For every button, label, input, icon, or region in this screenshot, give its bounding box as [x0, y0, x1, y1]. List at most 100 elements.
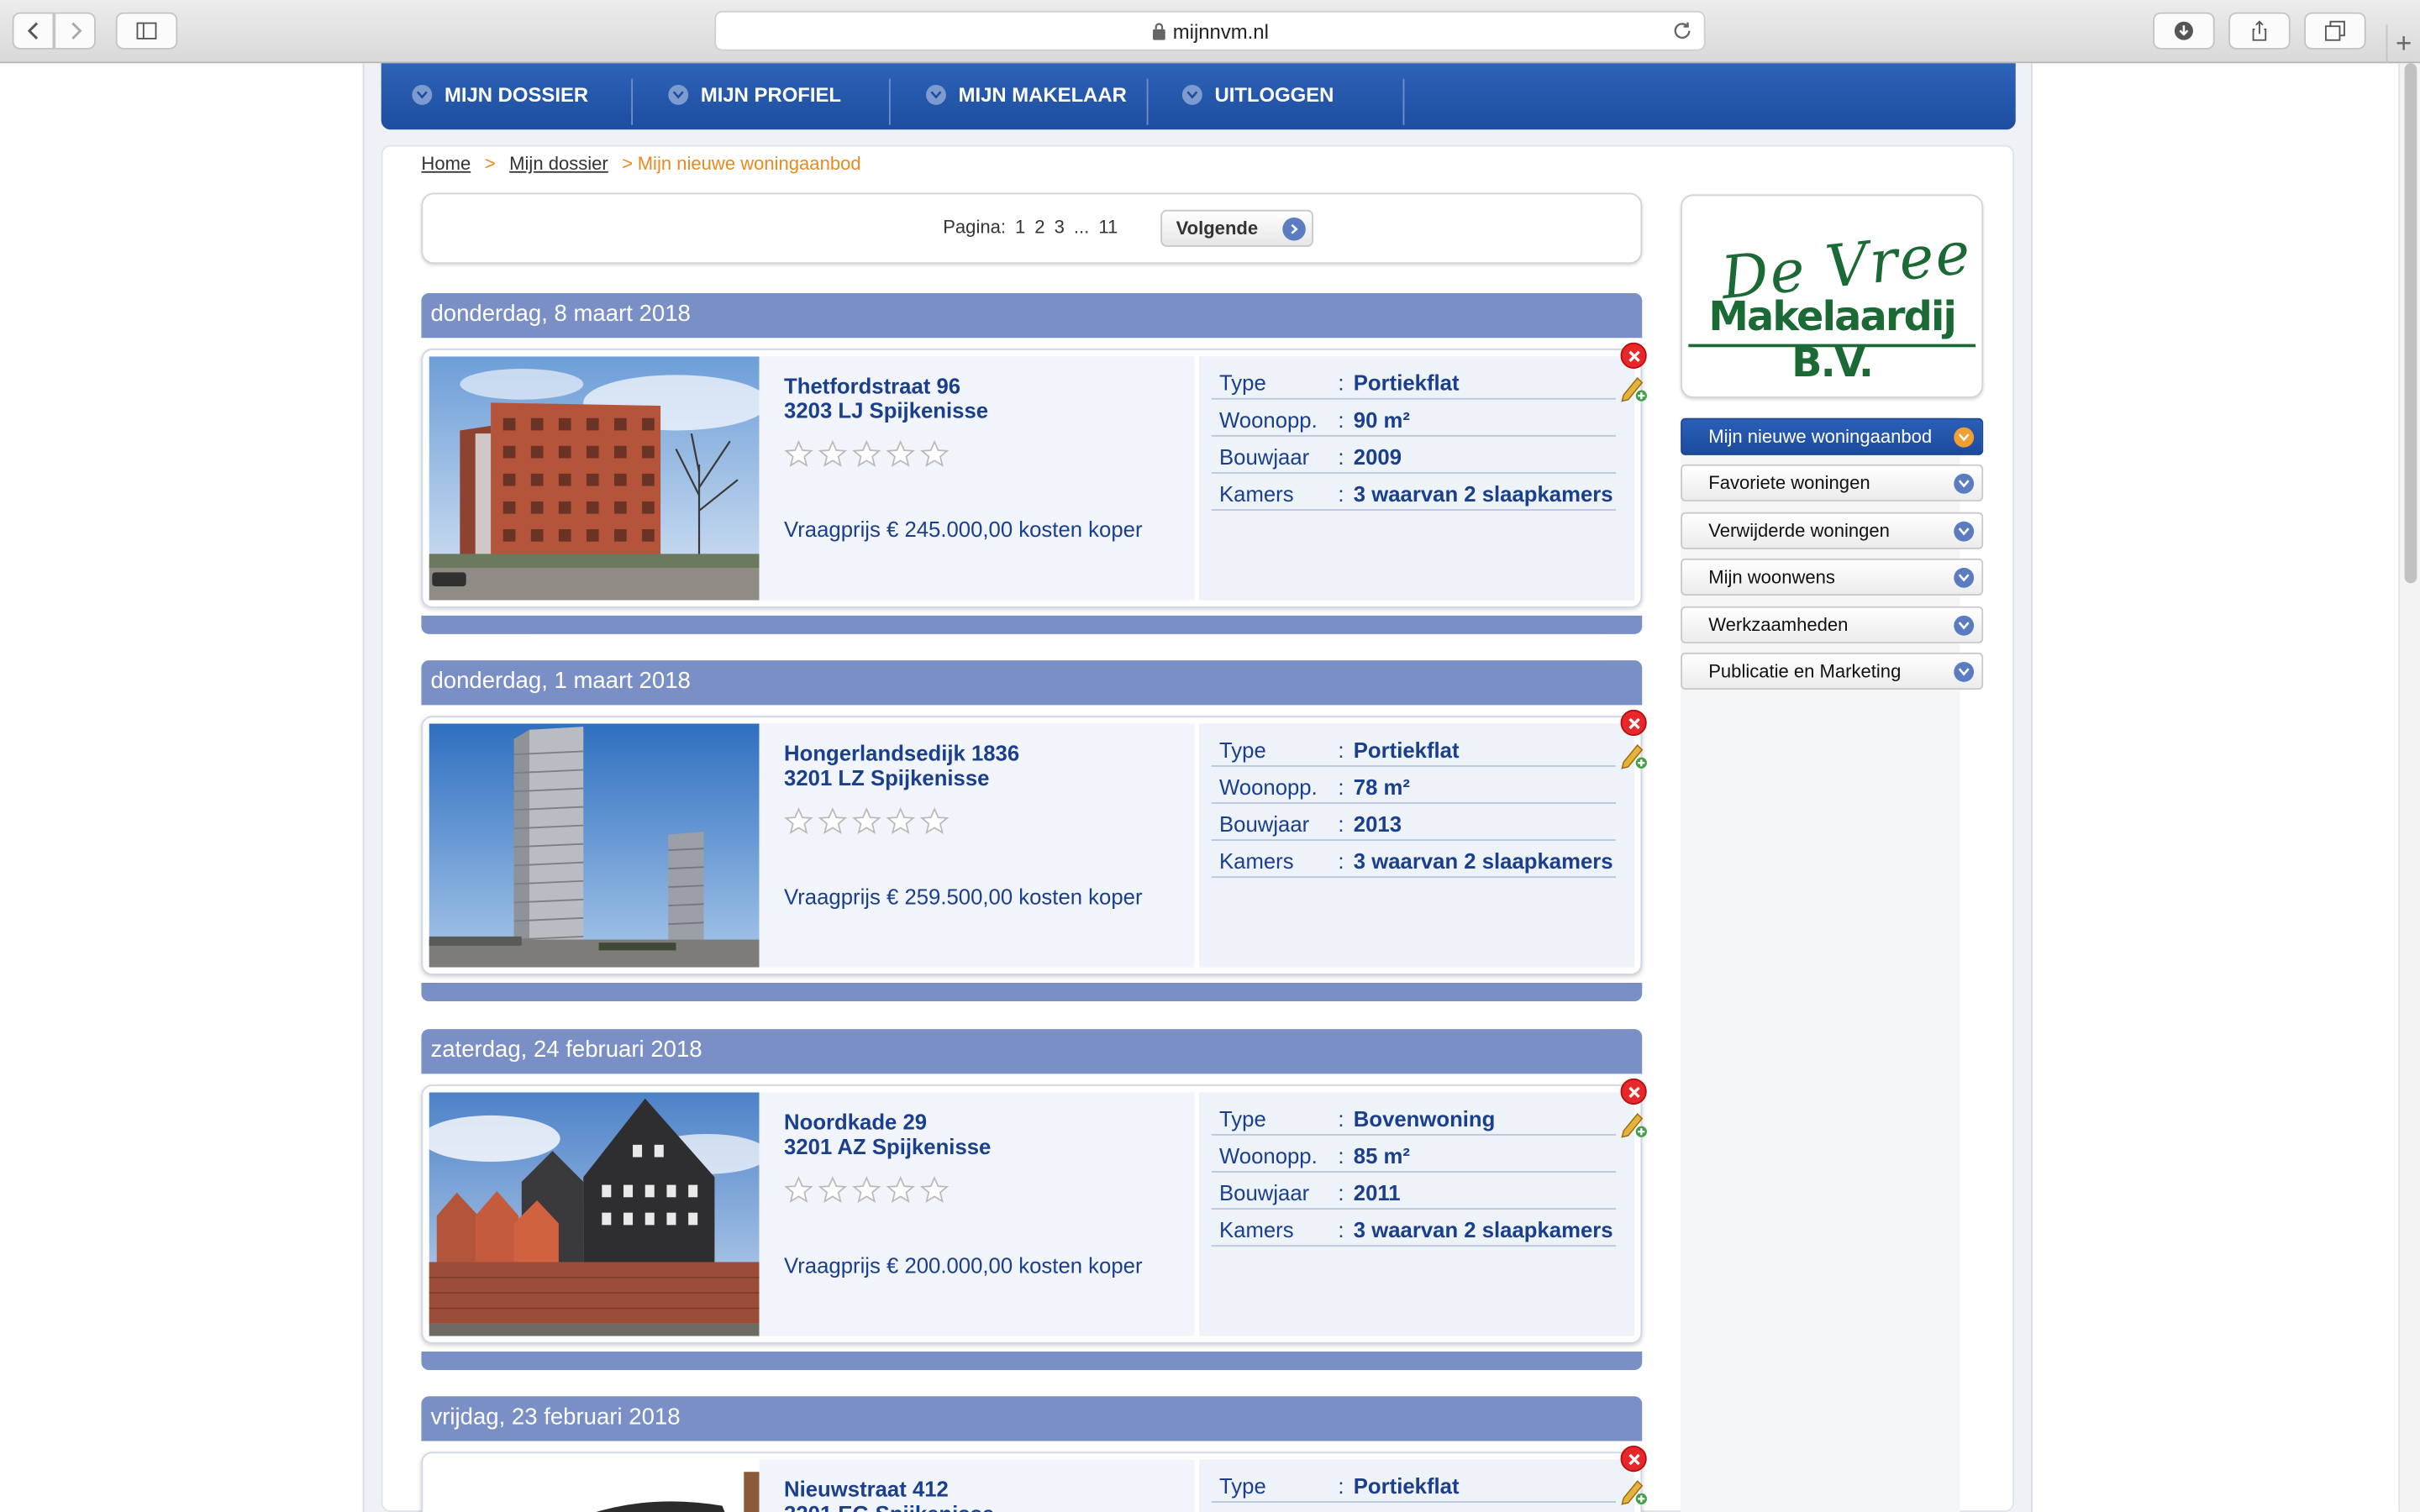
star-icon[interactable] — [886, 1176, 915, 1205]
listing-card[interactable]: Noordkade 29 3201 AZ Spijkenisse Vraagpr… — [421, 1084, 1643, 1344]
star-rating[interactable] — [784, 1176, 950, 1205]
star-icon[interactable] — [919, 1176, 950, 1205]
breadcrumb-current: Mijn nieuwe woningaanbod — [637, 152, 861, 175]
spec-row-rooms: Kamers:3 waarvan 2 slaapkamers — [1211, 1210, 1617, 1247]
star-icon[interactable] — [784, 807, 813, 837]
star-icon[interactable] — [886, 439, 915, 469]
spec-key: Type — [1218, 737, 1266, 763]
breadcrumb-dossier-link[interactable]: Mijn dossier — [509, 153, 608, 175]
listing-postcode-city[interactable]: 3201 LZ Spijkenisse — [784, 765, 989, 790]
listing-photo[interactable] — [429, 1092, 760, 1336]
sidebar-item-werkzaamheden[interactable]: Werkzaamheden — [1681, 606, 1984, 643]
listing-photo[interactable] — [429, 1459, 760, 1512]
star-icon[interactable] — [919, 807, 950, 837]
sidebar-item-verwijderd[interactable]: Verwijderde woningen — [1681, 512, 1984, 549]
spec-key: Kamers — [1218, 481, 1294, 507]
pagination-label: Pagina: — [943, 216, 1006, 238]
page-link[interactable]: 1 — [1015, 216, 1025, 238]
listing-card[interactable]: Hongerlandsedijk 1836 3201 LZ Spijkeniss… — [421, 716, 1643, 975]
sidebar-item-label: Verwijderde woningen — [1708, 519, 1890, 542]
reload-icon[interactable] — [1671, 20, 1693, 42]
sidebar-item-publicatie[interactable]: Publicatie en Marketing — [1681, 652, 1984, 690]
nav-mijn-makelaar[interactable]: MIJN MAKELAAR — [926, 63, 1127, 124]
new-tab-button[interactable]: + — [2386, 24, 2420, 64]
url-text: mijnnvm.nl — [1172, 18, 1269, 43]
spec-value: Portiekflat — [1353, 737, 1460, 763]
star-icon[interactable] — [784, 439, 813, 469]
spec-value: 2009 — [1353, 444, 1402, 470]
star-icon[interactable] — [852, 1176, 881, 1205]
listing-photo[interactable] — [429, 723, 760, 968]
spec-value: Portiekflat — [1353, 370, 1460, 396]
listing-street[interactable]: Thetfordstraat 96 — [784, 373, 960, 397]
listing-postcode-city[interactable]: 3201 AZ Spijkenisse — [784, 1134, 991, 1158]
star-icon[interactable] — [818, 439, 848, 469]
spec-key: Bouwjaar — [1218, 1180, 1310, 1205]
star-rating[interactable] — [784, 807, 950, 837]
page-link[interactable]: 3 — [1055, 216, 1065, 238]
nav-mijn-profiel[interactable]: MIJN PROFIEL — [668, 63, 841, 124]
spec-key: Type — [1218, 1105, 1266, 1131]
delete-listing-icon[interactable] — [1620, 1445, 1647, 1473]
downloads-button[interactable] — [2153, 12, 2215, 50]
star-icon[interactable] — [818, 807, 848, 837]
sidebar-item-favorieten[interactable]: Favoriete woningen — [1681, 464, 1984, 501]
delete-listing-icon[interactable] — [1620, 709, 1647, 737]
listing-card[interactable]: Nieuwstraat 412 3201 EG Spijkenisse Type… — [421, 1452, 1643, 1512]
listing-card[interactable]: Thetfordstraat 96 3203 LJ Spijkenisse Vr… — [421, 349, 1643, 608]
spec-row-year: Bouwjaar:2011 — [1211, 1173, 1617, 1210]
star-icon[interactable] — [852, 439, 881, 469]
listing-street[interactable]: Noordkade 29 — [784, 1110, 927, 1134]
spec-colon: : — [1338, 1217, 1344, 1242]
edit-note-icon[interactable] — [1621, 1478, 1649, 1506]
edit-note-icon[interactable] — [1621, 1110, 1649, 1138]
delete-listing-icon[interactable] — [1620, 1078, 1647, 1105]
star-icon[interactable] — [852, 807, 881, 837]
nav-divider — [631, 78, 634, 125]
sidebar-toggle-button[interactable] — [115, 12, 178, 50]
listing-photo[interactable] — [429, 356, 760, 601]
listing-street[interactable]: Hongerlandsedijk 1836 — [784, 741, 1019, 765]
star-icon[interactable] — [919, 439, 950, 469]
listing-postcode-city[interactable]: 3203 LJ Spijkenisse — [784, 398, 988, 423]
spec-colon: : — [1338, 737, 1344, 763]
nav-uitloggen[interactable]: UITLOGGEN — [1181, 63, 1334, 124]
nav-divider — [888, 78, 891, 125]
listing-footer-bar — [421, 1351, 1643, 1370]
breadcrumb-home-link[interactable]: Home — [421, 153, 471, 175]
forward-button[interactable] — [54, 12, 96, 50]
spec-value: 3 waarvan 2 slaapkamers — [1353, 848, 1613, 874]
lock-icon — [1152, 23, 1165, 40]
listing-specs: Type: Portiekflat — [1199, 1459, 1635, 1512]
page-link[interactable]: 2 — [1034, 216, 1044, 238]
edit-note-icon[interactable] — [1621, 375, 1649, 402]
address-bar[interactable]: mijnnvm.nl — [714, 10, 1706, 51]
page-link[interactable]: 11 — [1098, 216, 1118, 238]
broker-logo-name: Makelaardij B.V. — [1708, 294, 1957, 388]
star-rating[interactable] — [784, 439, 950, 469]
spec-colon: : — [1338, 1142, 1344, 1168]
chevron-right-icon — [71, 22, 82, 39]
tabs-button[interactable] — [2304, 12, 2366, 50]
spec-key: Woonopp. — [1218, 1142, 1318, 1168]
next-page-button[interactable]: Volgende — [1160, 209, 1314, 247]
nav-mijn-dossier[interactable]: MIJN DOSSIER — [412, 63, 588, 124]
delete-listing-icon[interactable] — [1620, 342, 1647, 369]
edit-note-icon[interactable] — [1621, 742, 1649, 769]
sidebar-item-nieuw-aanbod[interactable]: Mijn nieuwe woningaanbod — [1681, 417, 1984, 455]
sidebar-item-woonwens[interactable]: Mijn woonwens — [1681, 558, 1984, 596]
spec-colon: : — [1338, 1180, 1344, 1205]
listing-postcode-city[interactable]: 3201 EG Spijkenisse — [784, 1501, 994, 1512]
chevron-down-icon — [1954, 661, 1975, 682]
star-icon[interactable] — [818, 1176, 848, 1205]
share-button[interactable] — [2228, 12, 2291, 50]
page-scrollbar[interactable] — [2398, 63, 2420, 1512]
arrow-right-icon — [1282, 217, 1306, 241]
star-icon[interactable] — [784, 1176, 813, 1205]
scrollbar-thumb[interactable] — [2404, 63, 2417, 584]
sidebar-icon — [136, 22, 157, 39]
back-button[interactable] — [12, 12, 55, 50]
listing-street[interactable]: Nieuwstraat 412 — [784, 1477, 949, 1501]
sidebar-item-label: Publicatie en Marketing — [1708, 660, 1902, 682]
star-icon[interactable] — [886, 807, 915, 837]
